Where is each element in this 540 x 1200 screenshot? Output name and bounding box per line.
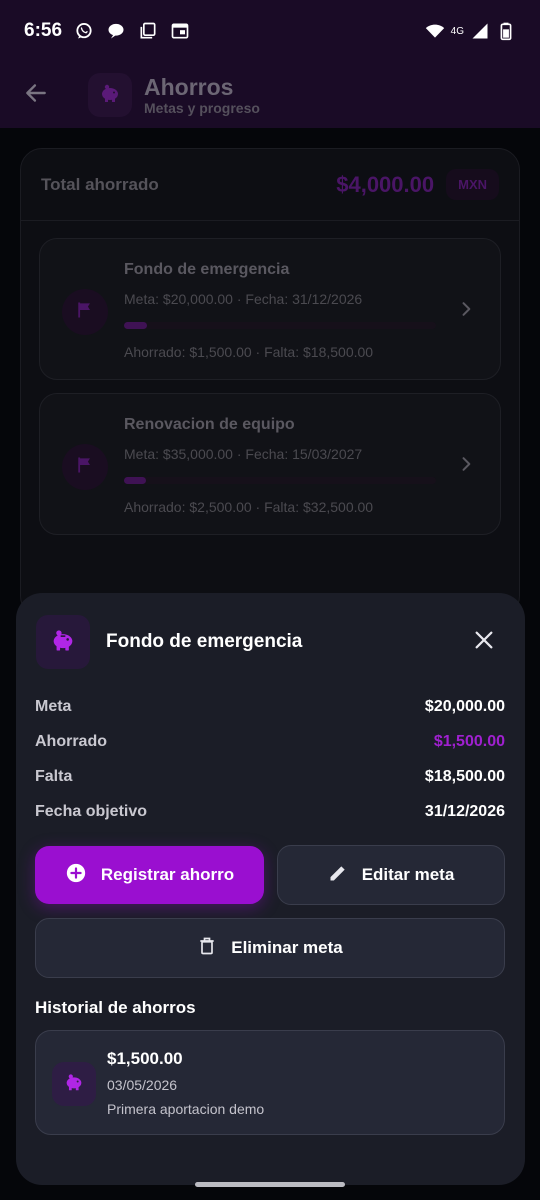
info-label: Fecha objetivo (35, 802, 148, 820)
info-value: $18,500.00 (424, 767, 505, 785)
home-indicator[interactable] (195, 1182, 345, 1187)
goal-card[interactable]: Renovacion de equipo Meta: $35,000.00 · … (39, 393, 501, 535)
savings-summary-card: Total ahorrado $4,000.00 MXN Fondo de em… (20, 148, 520, 618)
goal-name: Renovacion de equipo (124, 416, 295, 433)
delete-goal-label: Eliminar meta (231, 938, 343, 957)
goal-card[interactable]: Fondo de emergencia Meta: $20,000.00 · F… (39, 238, 501, 380)
goal-meta: Meta: $35,000.00 · Fecha: 15/03/2027 (124, 446, 363, 462)
flag-icon (75, 300, 95, 325)
info-row-meta: Meta $20,000.00 (35, 689, 505, 724)
history-title: Historial de ahorros (35, 998, 196, 1017)
status-time: 6:56 (24, 20, 63, 41)
sheet-title: Fondo de emergencia (106, 631, 303, 652)
history-amount: $1,500.00 (107, 1049, 183, 1068)
info-label: Ahorrado (35, 732, 107, 750)
total-label: Total ahorrado (41, 174, 159, 194)
goal-flag-badge (62, 289, 108, 335)
page-subtitle: Metas y progreso (144, 100, 260, 116)
sheet-header: Fondo de emergencia (36, 615, 505, 669)
flag-icon (75, 455, 95, 480)
pencil-icon (328, 863, 348, 888)
battery-icon (496, 21, 516, 41)
edit-goal-button[interactable]: Editar meta (277, 845, 505, 905)
close-icon (473, 629, 495, 656)
chevron-right-icon (456, 299, 476, 319)
piggy-bank-badge (52, 1062, 96, 1106)
total-right: $4,000.00 MXN (336, 169, 499, 200)
info-row-falta: Falta $18,500.00 (35, 759, 505, 794)
close-button[interactable] (469, 627, 499, 657)
history-date: 03/05/2026 (107, 1077, 178, 1093)
delete-goal-button[interactable]: Eliminar meta (35, 918, 505, 978)
piggy-bank-icon (98, 81, 122, 110)
back-button[interactable] (16, 75, 56, 115)
register-saving-button[interactable]: Registrar ahorro (35, 846, 264, 904)
total-value: $4,000.00 (336, 171, 435, 197)
info-label: Meta (35, 697, 72, 715)
goal-saved: Ahorrado: $2,500.00 · Falta: $32,500.00 (124, 499, 374, 515)
trash-icon (197, 936, 217, 961)
goal-progress-bar (124, 477, 436, 484)
app-bar-titles: Ahorros Metas y progreso (144, 74, 260, 116)
edit-goal-label: Editar meta (361, 865, 455, 884)
register-saving-label: Registrar ahorro (100, 865, 235, 884)
goal-name: Fondo de emergencia (124, 261, 290, 278)
goal-info: Meta $20,000.00 Ahorrado $1,500.00 Falta… (35, 689, 505, 829)
piggy-bank-icon (63, 1071, 85, 1098)
goal-progress-fill (124, 322, 148, 329)
history-note: Primera aportacion demo (107, 1101, 265, 1117)
calendar-icon (170, 21, 190, 41)
goal-meta: Meta: $20,000.00 · Fecha: 31/12/2026 (124, 291, 363, 307)
chat-bubble-icon (106, 21, 126, 41)
status-left: 6:56 (24, 20, 190, 42)
add-circle-icon (65, 862, 87, 889)
info-row-ahorrado: Ahorrado $1,500.00 (35, 724, 505, 759)
page-title: Ahorros (144, 74, 234, 100)
goal-progress-fill (124, 477, 147, 484)
piggy-bank-badge (36, 615, 90, 669)
status-right: 4G (425, 21, 516, 41)
arrow-back-icon (23, 80, 49, 111)
status-bar: 6:56 4G (0, 0, 540, 62)
network-label: 4G (450, 25, 464, 37)
total-row: Total ahorrado $4,000.00 MXN (21, 149, 519, 221)
currency-badge: MXN (446, 169, 499, 200)
chevron-right-icon (456, 454, 476, 474)
info-value: $20,000.00 (424, 697, 505, 715)
signal-icon (470, 21, 490, 41)
piggy-bank-badge (88, 73, 132, 117)
copy-icon (138, 21, 158, 41)
info-label: Falta (35, 767, 73, 785)
info-value: 31/12/2026 (424, 802, 505, 820)
goal-flag-badge (62, 444, 108, 490)
whatsapp-icon (74, 21, 94, 41)
info-row-fecha: Fecha objetivo 31/12/2026 (35, 794, 505, 829)
info-value: $1,500.00 (433, 732, 505, 750)
wifi-icon (425, 21, 445, 41)
goal-detail-sheet: Fondo de emergencia Meta $20,000.00 Ahor… (16, 593, 525, 1185)
app-bar: Ahorros Metas y progreso (0, 62, 540, 128)
goal-saved: Ahorrado: $1,500.00 · Falta: $18,500.00 (124, 344, 374, 360)
goal-progress-bar (124, 322, 436, 329)
piggy-bank-icon (49, 626, 77, 659)
history-item: $1,500.00 03/05/2026 Primera aportacion … (35, 1030, 505, 1135)
